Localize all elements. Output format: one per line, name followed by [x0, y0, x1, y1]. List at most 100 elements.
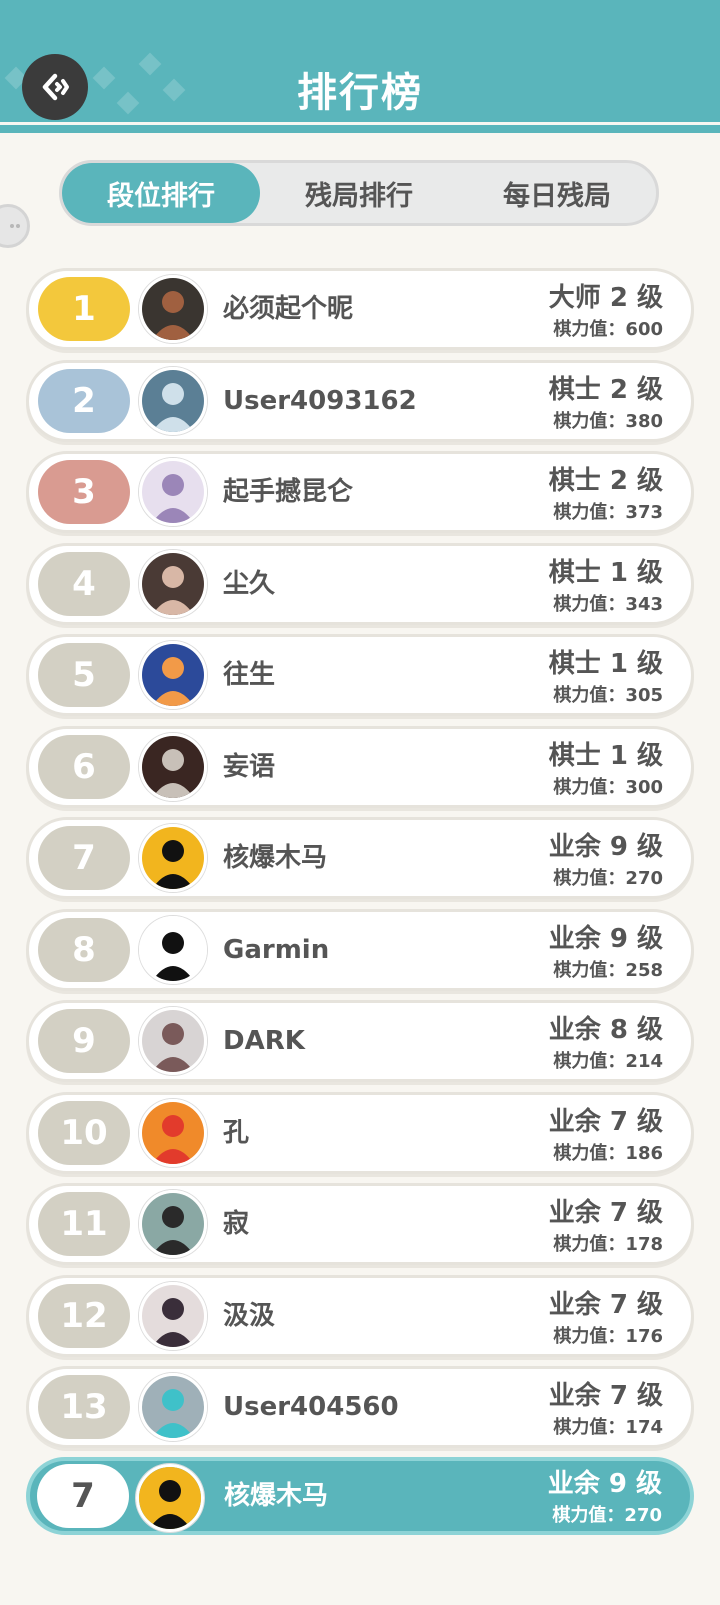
power-value: 棋力值：178 — [553, 1234, 663, 1255]
avatar-image — [142, 1193, 204, 1255]
power-value: 棋力值：305 — [553, 685, 663, 706]
user-avatar[interactable] — [139, 641, 207, 709]
rank-badge: 11 — [38, 1192, 130, 1256]
rank-badge: 4 — [38, 551, 130, 616]
user-avatar[interactable] — [139, 549, 207, 618]
rank-badge: 2 — [38, 368, 130, 433]
user-avatar[interactable] — [139, 915, 207, 984]
page-title: 排行榜 — [297, 70, 423, 116]
header-underline — [0, 125, 720, 133]
ranking-row[interactable]: 8 Garmin 业余 9 级棋力值：258 — [26, 908, 694, 991]
rank-badge: 10 — [38, 1100, 130, 1165]
power-value: 棋力值：300 — [553, 776, 663, 798]
username: User404560 — [223, 1392, 399, 1422]
ranking-row[interactable]: 2 User4093162 棋士 2 级棋力值：380 — [26, 359, 694, 442]
avatar-image — [142, 735, 204, 798]
user-avatar[interactable] — [139, 366, 207, 435]
ranking-row[interactable]: 3 起手撼昆仑 棋士 2 级棋力值：373 — [26, 451, 694, 533]
level-label: 大师 2 级 — [548, 283, 663, 313]
power-value: 棋力值：270 — [553, 868, 663, 889]
avatar-image — [142, 278, 204, 340]
user-avatar[interactable] — [139, 1281, 207, 1350]
ranking-row[interactable]: 7 核爆木马 业余 9 级棋力值：270 — [26, 817, 694, 899]
username: 往生 — [223, 660, 276, 690]
username: 尘久 — [223, 568, 276, 599]
avatar-image — [142, 644, 204, 706]
power-value: 棋力值：176 — [553, 1325, 663, 1347]
level-label: 业余 9 级 — [548, 923, 663, 954]
ranking-row[interactable]: 9 DARK 业余 8 级棋力值：214 — [26, 1000, 694, 1082]
ranking-row[interactable]: 5 往生 棋士 1 级棋力值：305 — [26, 634, 694, 716]
username: DARK — [223, 1026, 305, 1056]
level-label: 业余 7 级 — [548, 1289, 663, 1320]
my-ranking-row[interactable]: 7 核爆木马 业余 9 级 棋力值：270 — [26, 1457, 694, 1535]
ranking-row[interactable]: 1 必须起个昵 大师 2 级棋力值：600 — [26, 268, 694, 350]
user-avatar[interactable] — [139, 1373, 207, 1441]
power-value: 棋力值：214 — [553, 1051, 663, 1072]
level-label: 棋士 2 级 — [548, 466, 663, 496]
power-value: 棋力值：258 — [553, 959, 663, 981]
level-label: 业余 7 级 — [548, 1381, 663, 1411]
tab-rank-division[interactable]: 段位排行 — [62, 163, 260, 223]
my-avatar[interactable] — [136, 1464, 204, 1532]
user-avatar[interactable] — [139, 1007, 207, 1075]
float-bubble-icon — [10, 224, 20, 228]
ranking-row[interactable]: 11 寂 业余 7 级棋力值：178 — [26, 1183, 694, 1265]
my-rank-badge: 7 — [37, 1464, 129, 1528]
user-avatar[interactable] — [139, 275, 207, 343]
username: 必须起个昵 — [223, 294, 354, 324]
level-label: 业余 9 级 — [548, 832, 663, 862]
user-avatar[interactable] — [139, 1190, 207, 1258]
level-label: 棋士 1 级 — [548, 557, 663, 588]
ranking-row[interactable]: 10 孔 业余 7 级棋力值：186 — [26, 1091, 694, 1174]
rank-badge: 6 — [38, 734, 130, 799]
user-avatar[interactable] — [139, 458, 207, 526]
level-label: 业余 7 级 — [548, 1106, 663, 1137]
username: 起手撼昆仑 — [223, 477, 354, 507]
username: User4093162 — [223, 385, 417, 416]
level-label: 棋士 1 级 — [548, 740, 663, 771]
avatar-image — [142, 369, 204, 432]
rank-badge: 9 — [38, 1009, 130, 1073]
power-value: 棋力值：186 — [553, 1142, 663, 1164]
username: 孔 — [223, 1117, 250, 1148]
tab-endgame-rank[interactable]: 残局排行 — [260, 163, 458, 223]
rank-badge: 13 — [38, 1375, 130, 1439]
user-avatar[interactable] — [139, 824, 207, 892]
power-value: 棋力值：174 — [553, 1417, 663, 1438]
user-avatar[interactable] — [139, 732, 207, 801]
rank-badge: 12 — [38, 1283, 130, 1348]
username: 核爆木马 — [223, 843, 328, 873]
tab-bar: 段位排行 残局排行 每日残局 — [59, 160, 659, 226]
back-button[interactable] — [22, 54, 88, 120]
rank-badge: 7 — [38, 826, 130, 890]
back-arrow-icon — [42, 73, 69, 101]
rank-badge: 3 — [38, 460, 130, 524]
avatar-image — [142, 461, 204, 523]
level-label: 业余 8 级 — [548, 1015, 663, 1045]
side-float-bubble[interactable] — [0, 204, 30, 248]
my-username: 核爆木马 — [224, 1481, 329, 1511]
ranking-row[interactable]: 12 汲汲 业余 7 级棋力值：176 — [26, 1274, 694, 1357]
ranking-row[interactable]: 13 User404560 业余 7 级棋力值：174 — [26, 1366, 694, 1448]
rank-badge: 8 — [38, 917, 130, 982]
level-label: 棋士 2 级 — [548, 374, 663, 405]
avatar-image — [142, 1284, 204, 1347]
rank-badge: 5 — [38, 643, 130, 707]
my-power: 棋力值：270 — [552, 1505, 662, 1526]
level-label: 业余 7 级 — [548, 1198, 663, 1228]
power-value: 棋力值：343 — [553, 593, 663, 615]
username: 妄语 — [223, 751, 276, 782]
avatar-image — [142, 1010, 204, 1072]
power-value: 棋力值：373 — [553, 502, 663, 523]
ranking-list[interactable]: 1 必须起个昵 大师 2 级棋力值：600 2 User4093162 棋士 2 级棋力值… — [26, 268, 694, 1458]
tab-daily-endgame[interactable]: 每日残局 — [458, 163, 656, 223]
power-value: 棋力值：380 — [553, 410, 663, 432]
ranking-row[interactable]: 6 妄语 棋士 1 级棋力值：300 — [26, 725, 694, 808]
avatar-image — [142, 1101, 204, 1164]
power-value: 棋力值：600 — [553, 319, 663, 340]
avatar-image — [142, 918, 204, 981]
ranking-row[interactable]: 4 尘久 棋士 1 级棋力值：343 — [26, 542, 694, 625]
level-label: 棋士 1 级 — [548, 649, 663, 679]
user-avatar[interactable] — [139, 1098, 207, 1167]
